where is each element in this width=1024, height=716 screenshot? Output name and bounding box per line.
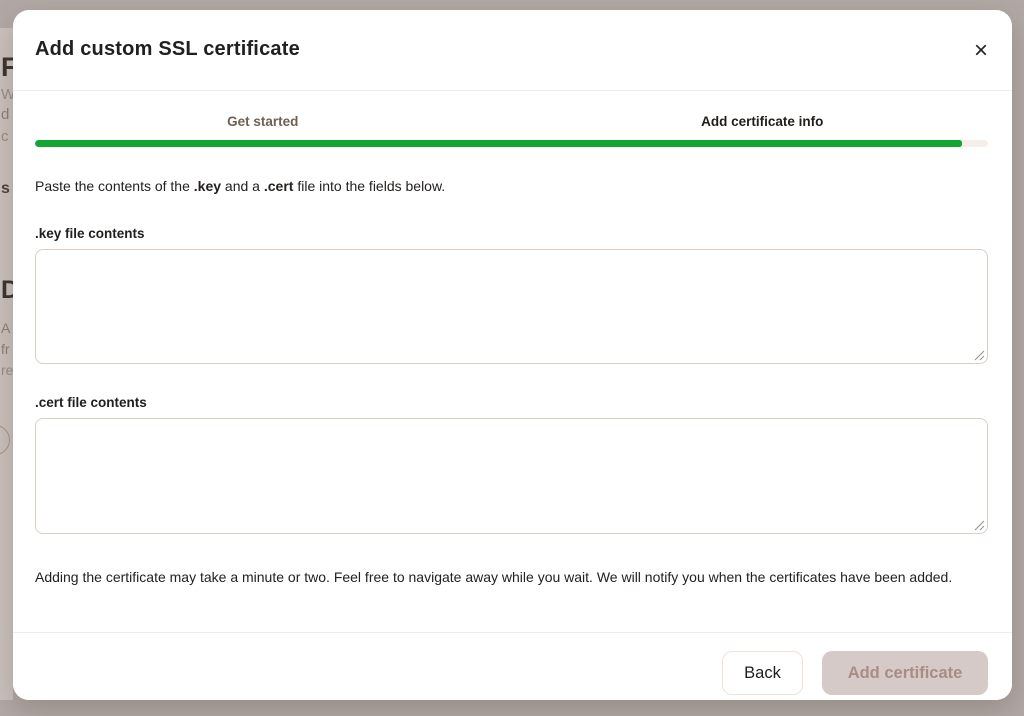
dialog-footer: Back Add certificate (13, 632, 1012, 700)
add-ssl-certificate-dialog: Add custom SSL certificate × Get started… (13, 10, 1012, 700)
key-file-label: .key file contents (35, 226, 988, 241)
background-arc-fragment (0, 425, 10, 455)
resize-grip-icon[interactable] (973, 519, 985, 531)
close-icon[interactable]: × (966, 36, 996, 66)
resize-grip-icon[interactable] (973, 349, 985, 361)
intro-key: .key (194, 178, 221, 194)
intro-text: Paste the contents of the .key and a .ce… (35, 176, 988, 196)
background-text-fragment: W (1, 86, 13, 103)
background-text-fragment: A (1, 320, 10, 336)
background-text-fragment: D (1, 276, 13, 305)
intro-pre: Paste the contents of the (35, 178, 194, 194)
background-page-strip: F W d c s D A fr re (0, 28, 13, 700)
key-file-textarea[interactable] (35, 249, 988, 364)
progress-bar-fill (35, 140, 962, 147)
background-text-fragment: fr (1, 341, 10, 357)
intro-mid: and a (221, 178, 264, 194)
dialog-header: Add custom SSL certificate × (13, 10, 1012, 91)
background-text-fragment: re (1, 362, 13, 378)
background-text-fragment: F (1, 52, 13, 83)
background-text-fragment: s (1, 180, 10, 198)
dialog-title: Add custom SSL certificate (35, 38, 300, 61)
background-text-fragment: d (1, 106, 9, 123)
cert-file-label: .cert file contents (35, 395, 988, 410)
add-certificate-button[interactable]: Add certificate (822, 651, 988, 695)
progress-bar-track (35, 140, 988, 147)
note-text: Adding the certificate may take a minute… (35, 564, 988, 590)
step-get-started[interactable]: Get started (13, 114, 513, 129)
intro-post: file into the fields below. (293, 178, 445, 194)
intro-cert: .cert (264, 178, 294, 194)
back-button[interactable]: Back (722, 651, 803, 695)
key-file-field (35, 249, 988, 364)
background-text-fragment: c (1, 128, 9, 145)
cert-file-field (35, 418, 988, 534)
wizard-stepper: Get started Add certificate info (13, 91, 1012, 147)
dialog-body: Paste the contents of the .key and a .ce… (13, 176, 1012, 590)
step-add-certificate-info: Add certificate info (513, 114, 1013, 129)
cert-file-textarea[interactable] (35, 418, 988, 534)
